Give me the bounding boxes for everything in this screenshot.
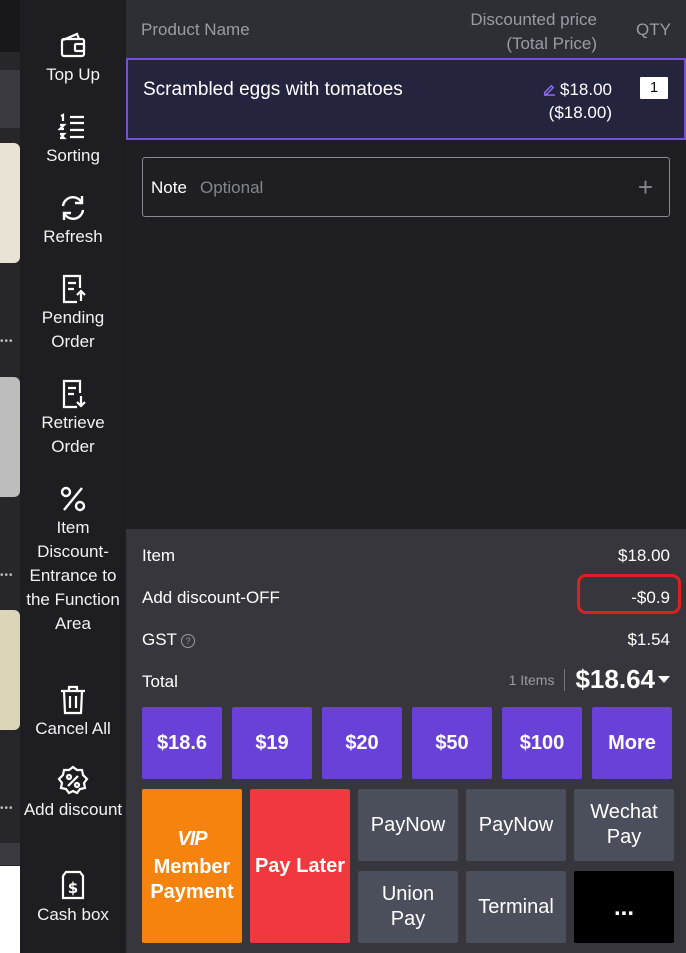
- paynow-button[interactable]: PayNow: [466, 789, 566, 861]
- more-dots-icon[interactable]: •••: [0, 803, 14, 814]
- total-price: ($18.00): [548, 103, 612, 122]
- more-amounts-button[interactable]: More: [592, 707, 672, 779]
- header-price: Discounted price (Total Price): [470, 8, 597, 56]
- quantity-field[interactable]: 1: [640, 77, 668, 99]
- item-value: $18.00: [618, 546, 670, 565]
- header-qty: QTY: [636, 20, 671, 39]
- cash-box-icon: $: [61, 870, 85, 900]
- union-pay-line1: Union: [381, 883, 435, 905]
- product-thumbnail[interactable]: [0, 377, 20, 497]
- sidebar-item-label: Pending Order: [41, 308, 105, 351]
- percent-icon: [60, 486, 86, 512]
- quick-amount-button[interactable]: $19: [232, 707, 312, 779]
- strip-block: [0, 843, 20, 865]
- sidebar-item-label: Cancel All: [35, 719, 111, 738]
- note-field[interactable]: Note +: [142, 157, 670, 217]
- sidebar-item-label: Cash box: [37, 905, 109, 924]
- sidebar-item-item-discount[interactable]: Item Discount-Entrance to the Function A…: [20, 483, 126, 636]
- more-dots-icon[interactable]: •••: [0, 336, 14, 347]
- discounted-price: $18.00: [560, 80, 612, 99]
- quick-amount-button[interactable]: $100: [502, 707, 582, 779]
- note-input[interactable]: [198, 172, 622, 204]
- trash-icon: [61, 685, 85, 715]
- wechat-pay-button[interactable]: Wechat Pay: [574, 789, 674, 861]
- gst-label-wrap: GST?: [142, 630, 195, 650]
- total-label: Total: [142, 672, 178, 691]
- header-product-name: Product Name: [141, 20, 250, 39]
- terminal-button[interactable]: Terminal: [466, 871, 566, 943]
- strip-bottom: [0, 866, 20, 953]
- pay-later-button[interactable]: Pay Later: [250, 789, 350, 943]
- quick-amount-button[interactable]: $50: [412, 707, 492, 779]
- order-panel: Product Name Discounted price (Total Pri…: [126, 0, 686, 953]
- product-grid-edge: ••• ••• •••: [0, 0, 20, 953]
- sidebar-item-pending-order[interactable]: Pending Order: [20, 273, 126, 354]
- more-dots-icon[interactable]: •••: [0, 570, 14, 581]
- refresh-icon: [61, 196, 85, 220]
- wechat-pay-line2: Pay: [606, 826, 642, 848]
- more-payments-button[interactable]: ...: [574, 871, 674, 943]
- sidebar-item-label: Add discount: [23, 800, 123, 819]
- order-summary: Item $18.00 Add discount-OFF -$0.9 GST? …: [126, 529, 686, 953]
- product-price: $18.00 ($18.00): [543, 78, 612, 124]
- retrieve-order-icon: [62, 379, 86, 409]
- sidebar-item-label: Sorting: [46, 146, 100, 165]
- svg-text:$: $: [68, 879, 78, 897]
- product-thumbnail[interactable]: [0, 143, 20, 263]
- sidebar-item-retrieve-order[interactable]: Retrieve Order: [20, 378, 126, 459]
- wallet-icon: [60, 32, 86, 58]
- sidebar-item-refresh[interactable]: Refresh: [20, 192, 126, 249]
- strip-block: [0, 70, 20, 128]
- discount-label: Add discount-OFF: [142, 588, 280, 607]
- union-pay-line2: Pay: [390, 908, 426, 930]
- add-note-icon[interactable]: +: [638, 172, 653, 202]
- wechat-pay-line1: Wechat: [590, 801, 658, 823]
- member-payment-button[interactable]: VIP Member Payment: [142, 789, 242, 943]
- edit-price-icon[interactable]: [543, 83, 556, 96]
- member-payment-line2: Payment: [150, 881, 234, 903]
- discount-badge-icon: [57, 765, 89, 795]
- order-table-header: Product Name Discounted price (Total Pri…: [126, 0, 686, 58]
- info-icon[interactable]: ?: [180, 634, 195, 648]
- vip-icon: VIP: [177, 828, 207, 850]
- note-label: Note: [151, 178, 187, 197]
- header-price-line2: (Total Price): [506, 34, 597, 53]
- sidebar-item-sorting[interactable]: Sorting: [20, 111, 126, 168]
- sidebar-item-cancel-all[interactable]: Cancel All: [20, 684, 126, 741]
- header-price-line1: Discounted price: [470, 10, 597, 29]
- sidebar-item-top-up[interactable]: Top Up: [20, 30, 126, 87]
- paynow-button[interactable]: PayNow: [358, 789, 458, 861]
- sidebar-item-label: Item Discount-Entrance to the Function A…: [26, 518, 120, 633]
- tool-sidebar: Top Up Sorting Refresh Pending Order Ret…: [20, 0, 126, 953]
- items-count: 1 Items: [508, 671, 555, 688]
- sidebar-item-label: Refresh: [43, 227, 103, 246]
- discount-highlight-box: [577, 574, 681, 614]
- quick-amount-button[interactable]: $18.6: [142, 707, 222, 779]
- sidebar-item-add-discount[interactable]: Add discount: [20, 765, 126, 822]
- gst-label: GST: [142, 630, 177, 649]
- divider: [564, 668, 566, 691]
- product-name: Scrambled eggs with tomatoes: [143, 79, 403, 100]
- sidebar-item-label: Top Up: [46, 65, 100, 84]
- member-payment-line1: Member: [153, 856, 231, 878]
- table-row[interactable]: Scrambled eggs with tomatoes $18.00 ($18…: [126, 58, 686, 140]
- total-amount[interactable]: 1 Items $18.64: [509, 664, 670, 695]
- sidebar-item-cash-box[interactable]: $ Cash box: [20, 870, 126, 927]
- quick-amount-button[interactable]: $20: [322, 707, 402, 779]
- product-thumbnail[interactable]: [0, 610, 20, 730]
- gst-value: $1.54: [627, 630, 670, 649]
- total-value: $18.64: [575, 664, 655, 694]
- sort-list-icon: [57, 113, 84, 140]
- pending-order-icon: [62, 274, 86, 304]
- item-label: Item: [142, 546, 176, 565]
- caret-down-icon: [658, 676, 670, 683]
- sidebar-item-label: Retrieve Order: [41, 413, 105, 456]
- strip-block: [0, 0, 20, 52]
- union-pay-button[interactable]: Union Pay: [358, 871, 458, 943]
